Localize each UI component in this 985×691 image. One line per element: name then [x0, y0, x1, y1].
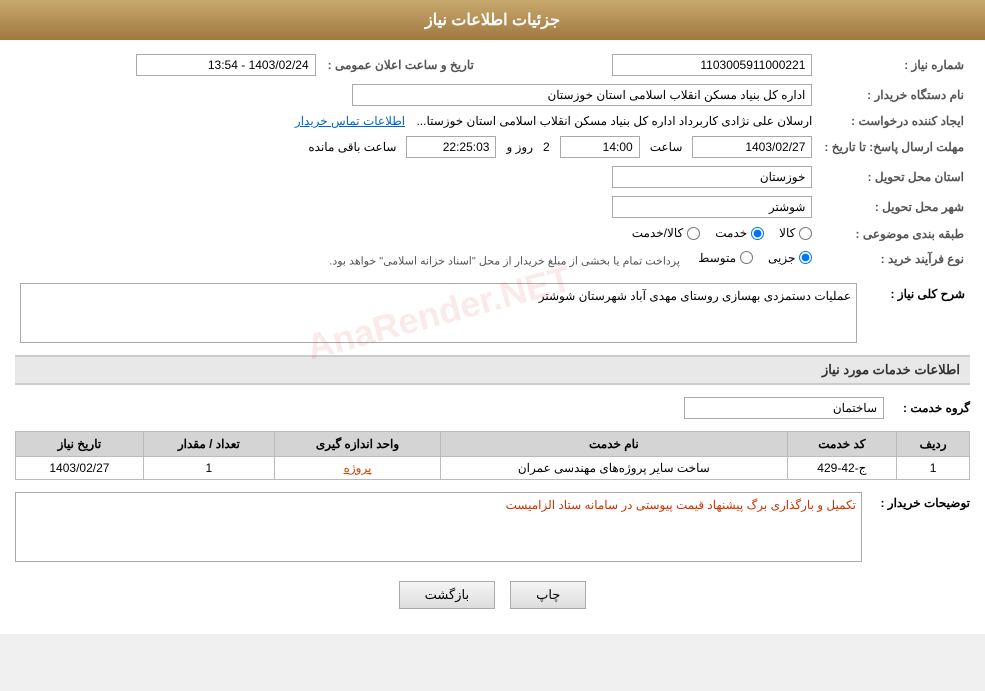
row-shahr: شهر محل تحویل : شوشتر — [15, 192, 970, 222]
page-title: جزئیات اطلاعات نیاز — [425, 12, 560, 29]
shahr-input: شوشتر — [612, 196, 812, 218]
col-vahed: واحد اندازه گیری — [274, 432, 440, 457]
radio-mottavaset-item: متوسط — [698, 251, 753, 265]
group-service-row: گروه خدمت : ساختمان — [15, 393, 970, 423]
shahr-label: شهر محل تحویل : — [818, 192, 970, 222]
farayand-radio-group: جزیی متوسط — [698, 251, 812, 265]
nooe-farayand-content: جزیی متوسط پرداخت تمام یا بخشی از مبلغ خ… — [15, 247, 818, 272]
cell-vahed: پروژه — [274, 457, 440, 480]
sharh-label: شرح کلی نیاز : — [865, 283, 965, 301]
cell-tarikh: 1403/02/27 — [16, 457, 144, 480]
mohlat-saat-input: 14:00 — [560, 136, 640, 158]
radio-khedmat[interactable] — [751, 227, 764, 240]
shomara-input: 1103005911000221 — [612, 54, 812, 76]
buyer-desc-section: توضیحات خریدار : تکمیل و بارگذاری برگ پی… — [15, 488, 970, 566]
back-button[interactable]: بازگشت — [399, 581, 495, 609]
buyer-desc-content: تکمیل و بارگذاری برگ پیشنهاد قیمت پیوستی… — [15, 492, 862, 562]
tarikh-label: تاریخ و ساعت اعلان عمومی : — [322, 50, 480, 80]
radio-kala-khedmat-label: کالا/خدمت — [632, 226, 683, 240]
row-nooe-farayand: نوع فرآیند خرید : جزیی متوسط پرداخت تمام… — [15, 247, 970, 272]
row-nam-dastgah: نام دستگاه خریدار : اداره کل بنیاد مسکن … — [15, 80, 970, 110]
shomara-value: 1103005911000221 — [480, 50, 819, 80]
services-table-head: ردیف کد خدمت نام خدمت واحد اندازه گیری ت… — [16, 432, 970, 457]
col-tedad: تعداد / مقدار — [143, 432, 274, 457]
tabaghebandi-label: طبقه بندی موضوعی : — [818, 222, 970, 247]
radio-kala-khedmat-item: کالا/خدمت — [632, 226, 700, 240]
radio-kala-item: کالا — [779, 226, 812, 240]
sharh-box: AnaRender.NET عملیات دستمزدی بهسازی روست… — [20, 283, 857, 343]
sharh-section: شرح کلی نیاز : AnaRender.NET عملیات دستم… — [15, 279, 970, 347]
table-row: 1 ج-42-429 ساخت سایر پروژه‌های مهندسی عم… — [16, 457, 970, 480]
services-table-header-row: ردیف کد خدمت نام خدمت واحد اندازه گیری ت… — [16, 432, 970, 457]
row-shomara: شماره نیاز : 1103005911000221 تاریخ و سا… — [15, 50, 970, 80]
col-tarikh: تاریخ نیاز — [16, 432, 144, 457]
cell-nam: ساخت سایر پروژه‌های مهندسی عمران — [441, 457, 787, 480]
sharh-content: AnaRender.NET عملیات دستمزدی بهسازی روست… — [20, 283, 857, 343]
ostan-label: استان محل تحویل : — [818, 162, 970, 192]
tarikh-input: 1403/02/24 - 13:54 — [136, 54, 316, 76]
buttons-row: چاپ بازگشت — [15, 581, 970, 609]
ijad-text: ارسلان علی نژادی کاربرداد اداره کل بنیاد… — [416, 114, 812, 128]
radio-kala-khedmat[interactable] — [687, 227, 700, 240]
services-section-title: اطلاعات خدمات مورد نیاز — [15, 355, 970, 385]
group-service-input: ساختمان — [684, 397, 884, 419]
radio-jozi-label: جزیی — [768, 251, 795, 265]
row-ijad: ایجاد کننده درخواست : ارسلان علی نژادی ک… — [15, 110, 970, 132]
group-service-label: گروه خدمت : — [890, 401, 970, 415]
mohlat-label: مهلت ارسال پاسخ: تا تاریخ : — [818, 132, 970, 162]
radio-jozi[interactable] — [799, 251, 812, 264]
shomara-label: شماره نیاز : — [818, 50, 970, 80]
mohlat-rooz-value: 2 — [543, 140, 550, 154]
ijad-value: ارسلان علی نژادی کاربرداد اداره کل بنیاد… — [15, 110, 818, 132]
process-description: پرداخت تمام یا بخشی از مبلغ خریدار از مح… — [329, 255, 680, 267]
buyer-desc-label: توضیحات خریدار : — [870, 492, 970, 510]
tabaghebandi-radio-group: کالا خدمت کالا/خدمت — [632, 226, 813, 240]
mohlat-remaining-input: 22:25:03 — [406, 136, 496, 158]
sharh-value: عملیات دستمزدی بهسازی روستای مهدی آباد ش… — [539, 289, 851, 303]
row-mohlat: مهلت ارسال پاسخ: تا تاریخ : 1403/02/27 س… — [15, 132, 970, 162]
col-radif: ردیف — [897, 432, 970, 457]
ostan-value: خوزستان — [15, 162, 818, 192]
mohlat-saat-label: ساعت — [650, 140, 683, 154]
nooe-farayand-label: نوع فرآیند خرید : — [818, 247, 970, 272]
row-ostan: استان محل تحویل : خوزستان — [15, 162, 970, 192]
radio-mottavaset[interactable] — [740, 251, 753, 264]
radio-khedmat-label: خدمت — [715, 226, 747, 240]
buyer-desc-box: تکمیل و بارگذاری برگ پیشنهاد قیمت پیوستی… — [15, 492, 862, 562]
main-info-table: شماره نیاز : 1103005911000221 تاریخ و سا… — [15, 50, 970, 271]
radio-mottavaset-label: متوسط — [698, 251, 736, 265]
print-button[interactable]: چاپ — [510, 581, 586, 609]
cell-tedad: 1 — [143, 457, 274, 480]
watermark: AnaRender.NET — [302, 258, 576, 369]
ijad-label: ایجاد کننده درخواست : — [818, 110, 970, 132]
cell-kod: ج-42-429 — [787, 457, 897, 480]
col-nam: نام خدمت — [441, 432, 787, 457]
cell-radif: 1 — [897, 457, 970, 480]
mohlat-remaining-label: ساعت باقی مانده — [308, 140, 396, 154]
vahed-link[interactable]: پروژه — [344, 461, 372, 475]
col-kod: کد خدمت — [787, 432, 897, 457]
shahr-value: شوشتر — [15, 192, 818, 222]
mohlat-value: 1403/02/27 ساعت 14:00 2 روز و 22:25:03 س… — [15, 132, 818, 162]
services-table: ردیف کد خدمت نام خدمت واحد اندازه گیری ت… — [15, 431, 970, 480]
ostan-input: خوزستان — [612, 166, 812, 188]
radio-kala[interactable] — [799, 227, 812, 240]
page-container: جزئیات اطلاعات نیاز شماره نیاز : 1103005… — [0, 0, 985, 634]
tarikh-value: 1403/02/24 - 13:54 — [15, 50, 322, 80]
radio-jozi-item: جزیی — [768, 251, 812, 265]
radio-khedmat-item: خدمت — [715, 226, 764, 240]
services-table-body: 1 ج-42-429 ساخت سایر پروژه‌های مهندسی عم… — [16, 457, 970, 480]
nam-dastgah-input: اداره کل بنیاد مسکن انقلاب اسلامی استان … — [352, 84, 812, 106]
content-area: شماره نیاز : 1103005911000221 تاریخ و سا… — [0, 40, 985, 634]
etelaaat-tamas-link[interactable]: اطلاعات تماس خریدار — [295, 114, 405, 128]
nam-dastgah-value: اداره کل بنیاد مسکن انقلاب اسلامی استان … — [15, 80, 818, 110]
row-tabaghebandi: طبقه بندی موضوعی : کالا خدمت — [15, 222, 970, 247]
mohlat-rooz-label: روز و — [506, 140, 533, 154]
tabaghebandi-radios: کالا خدمت کالا/خدمت — [15, 222, 818, 247]
mohlat-date-input: 1403/02/27 — [692, 136, 812, 158]
nam-dastgah-label: نام دستگاه خریدار : — [818, 80, 970, 110]
radio-kala-label: کالا — [779, 226, 795, 240]
page-header: جزئیات اطلاعات نیاز — [0, 0, 985, 40]
buyer-desc-value: تکمیل و بارگذاری برگ پیشنهاد قیمت پیوستی… — [506, 498, 856, 512]
